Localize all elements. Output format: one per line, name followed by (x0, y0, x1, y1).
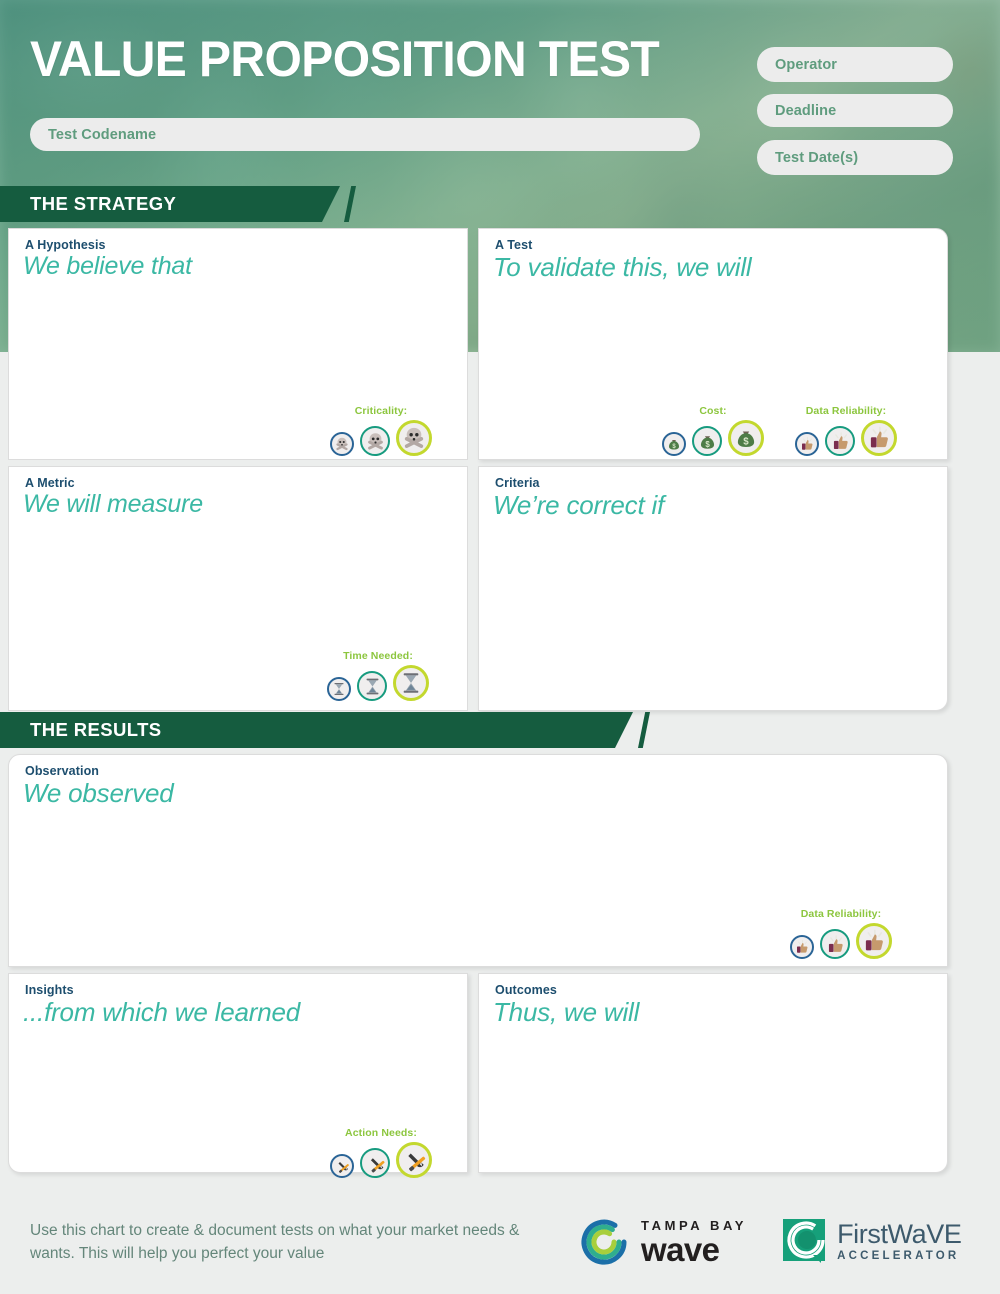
hourglass-icon[interactable] (357, 671, 387, 701)
thumbs-up-icon[interactable] (790, 935, 814, 959)
panel-label-observation: Observation (25, 764, 100, 778)
panel-prompt-outcomes: Thus, we will (493, 997, 640, 1027)
svg-text:$: $ (743, 437, 749, 448)
skull-icon[interactable] (360, 426, 390, 456)
logo-accelerator-text: ACCELERATOR (837, 1250, 960, 1263)
rating-cost: Cost: $ $ $ (662, 405, 764, 456)
rating-label-action-needs: Action Needs: (345, 1127, 417, 1139)
page-title: VALUE PROPOSITION TEST (30, 31, 660, 87)
panel-label-metric: A Metric (25, 476, 75, 490)
hourglass-icon[interactable] (393, 665, 429, 701)
panel-criteria[interactable]: Criteria We’re correct if (478, 466, 948, 711)
hourglass-icon[interactable] (327, 677, 351, 701)
thumbs-up-icon[interactable] (820, 929, 850, 959)
footer-logos: TAMPA BAY wave FirstWaVE ACCELERATOR (578, 1216, 962, 1268)
thumbs-up-icon[interactable] (856, 923, 892, 959)
rating-time-needed: Time Needed: (327, 650, 429, 701)
section-title-results: THE RESULTS (30, 719, 162, 740)
rating-label-criticality: Criticality: (354, 405, 408, 417)
panel-prompt-insights: ...from which we learned (23, 997, 300, 1027)
section-banner-strategy: THE STRATEGY (0, 186, 400, 222)
panel-prompt-hypothesis: We believe that (23, 252, 192, 280)
thumbs-up-icon[interactable] (861, 420, 897, 456)
panel-prompt-criteria: We’re correct if (493, 490, 665, 520)
rating-label-cost: Cost: (699, 405, 727, 417)
value-proposition-test-canvas: VALUE PROPOSITION TEST Test Codename Ope… (0, 0, 1000, 1294)
rating-label-data-reliability: Data Reliability: (800, 908, 882, 920)
section-title-strategy: THE STRATEGY (30, 193, 177, 214)
operator-input[interactable]: Operator (757, 47, 953, 82)
panel-label-criteria: Criteria (495, 476, 540, 490)
skull-icon[interactable] (330, 432, 354, 456)
test-codename-input[interactable]: Test Codename (30, 118, 700, 151)
wave-swirl-icon (581, 1219, 627, 1265)
panel-prompt-observation: We observed (23, 778, 174, 808)
panel-prompt-test: To validate this, we will (493, 252, 752, 282)
deadline-input[interactable]: Deadline (757, 94, 953, 127)
panel-label-insights: Insights (25, 983, 74, 997)
panel-label-test: A Test (495, 238, 533, 252)
logo-wave-text: wave (641, 1230, 720, 1268)
tools-icon[interactable] (360, 1148, 390, 1178)
panel-label-outcomes: Outcomes (495, 983, 557, 997)
logo-tampa-bay-wave: TAMPA BAY wave (578, 1216, 747, 1268)
firstwave-mark-icon (783, 1219, 826, 1263)
money-bag-icon[interactable]: $ (728, 420, 764, 456)
panel-label-hypothesis: A Hypothesis (25, 238, 106, 252)
logo-firstwave: FirstWaVE ACCELERATOR (783, 1219, 962, 1265)
rating-action-needs: Action Needs: (330, 1127, 432, 1178)
test-dates-input[interactable]: Test Date(s) (757, 140, 953, 175)
section-banner-results: THE RESULTS (0, 712, 700, 748)
thumbs-up-icon[interactable] (825, 426, 855, 456)
panel-prompt-metric: We will measure (23, 490, 203, 518)
money-bag-icon[interactable]: $ (662, 432, 686, 456)
thumbs-up-icon[interactable] (795, 432, 819, 456)
tools-icon[interactable] (396, 1142, 432, 1178)
logo-firstwave-text: FirstWaVE (837, 1219, 962, 1250)
money-bag-icon[interactable]: $ (692, 426, 722, 456)
rating-label-time-needed: Time Needed: (343, 650, 413, 662)
tools-icon[interactable] (330, 1154, 354, 1178)
panel-outcomes[interactable]: Outcomes Thus, we will (478, 973, 948, 1173)
logo-tampa-bay-text: TAMPA BAY (641, 1217, 748, 1233)
rating-label-data-reliability: Data Reliability: (805, 405, 887, 417)
rating-data-reliability-strategy: Data Reliability: (795, 405, 897, 456)
footer-instructions: Use this chart to create & document test… (30, 1222, 520, 1263)
skull-icon[interactable] (396, 420, 432, 456)
rating-data-reliability-results: Data Reliability: (790, 908, 892, 959)
svg-text:$: $ (705, 439, 710, 448)
rating-criticality: Criticality: (330, 405, 432, 456)
